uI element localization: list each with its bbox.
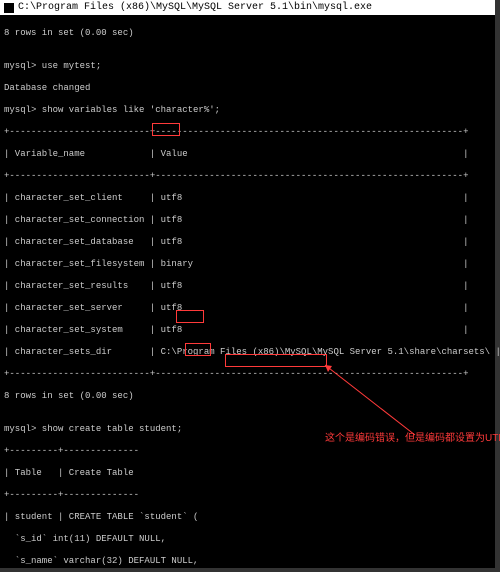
table-row: | character_set_system | utf8 | [4,325,491,336]
annotation-text: 这个是编码错误，但是编码都设置为UTF-8 [325,433,500,445]
table-border: +--------------------------+------------… [4,127,491,138]
table-border: +--------------------------+------------… [4,369,491,380]
table-row: `s_id` int(11) DEFAULT NULL, [4,534,491,545]
table-border: +---------+-------------- [4,446,491,457]
output-line: Database changed [4,83,491,94]
terminal-window: C:\Program Files (x86)\MySQL\MySQL Serve… [0,0,495,568]
output-line: 8 rows in set (0.00 sec) [4,391,491,402]
table-header: | Table | Create Table [4,468,491,479]
prompt-line: mysql> show variables like 'character%'; [4,105,491,116]
window-title: C:\Program Files (x86)\MySQL\MySQL Serve… [18,0,372,15]
table-row: | character_sets_dir | C:\Program Files … [4,347,491,358]
table-row: | character_set_database | utf8 | [4,237,491,248]
table-row: | character_set_server | utf8 | [4,303,491,314]
title-bar[interactable]: C:\Program Files (x86)\MySQL\MySQL Serve… [0,0,495,15]
output-line: 8 rows in set (0.00 sec) [4,28,491,39]
table-row: | character_set_connection | utf8 | [4,215,491,226]
table-row: | character_set_client | utf8 | [4,193,491,204]
table-border: +---------+-------------- [4,490,491,501]
app-icon [4,3,14,13]
terminal-body[interactable]: 8 rows in set (0.00 sec) mysql> use myte… [0,15,495,572]
table-row: | student | CREATE TABLE `student` ( [4,512,491,523]
table-row: `s_name` varchar(32) DEFAULT NULL, [4,556,491,567]
table-header: | Variable_name | Value | [4,149,491,160]
table-border: +--------------------------+------------… [4,171,491,182]
table-row: | character_set_filesystem | binary | [4,259,491,270]
table-row: | character_set_results | utf8 | [4,281,491,292]
prompt-line: mysql> use mytest; [4,61,491,72]
